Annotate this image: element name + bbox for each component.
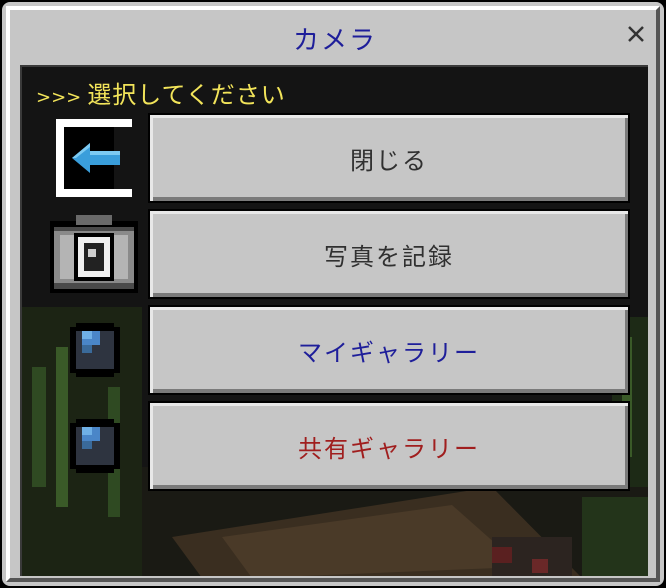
prompt-text: 選択してください xyxy=(87,81,286,109)
lens-icon xyxy=(46,305,140,395)
dialog-title: カメラ xyxy=(292,26,377,56)
camera-icon xyxy=(46,209,140,299)
my-gallery-label: マイギャラリー xyxy=(298,338,480,367)
close-menu-label: 閉じる xyxy=(350,146,428,175)
shared-gallery-button[interactable]: 共有ギャラリー xyxy=(148,401,630,491)
close-icon xyxy=(628,26,644,42)
exit-arrow-icon xyxy=(46,113,140,203)
camera-dialog: カメラ >>> 選択してください 閉じる 写真を記録 マイギャラリー 共有ギャラ… xyxy=(0,0,666,588)
close-button[interactable] xyxy=(624,22,648,46)
content-area: >>> 選択してください 閉じる 写真を記録 マイギャラリー 共有ギャラリー xyxy=(20,65,648,576)
selection-prompt: >>> 選択してください xyxy=(36,75,286,110)
prompt-chevrons: >>> xyxy=(36,87,82,108)
shared-gallery-label: 共有ギャラリー xyxy=(298,434,480,463)
my-gallery-button[interactable]: マイギャラリー xyxy=(148,305,630,395)
close-menu-button[interactable]: 閉じる xyxy=(148,113,630,203)
lens-icon xyxy=(46,401,140,491)
take-photo-button[interactable]: 写真を記録 xyxy=(148,209,630,299)
take-photo-label: 写真を記録 xyxy=(324,242,454,271)
